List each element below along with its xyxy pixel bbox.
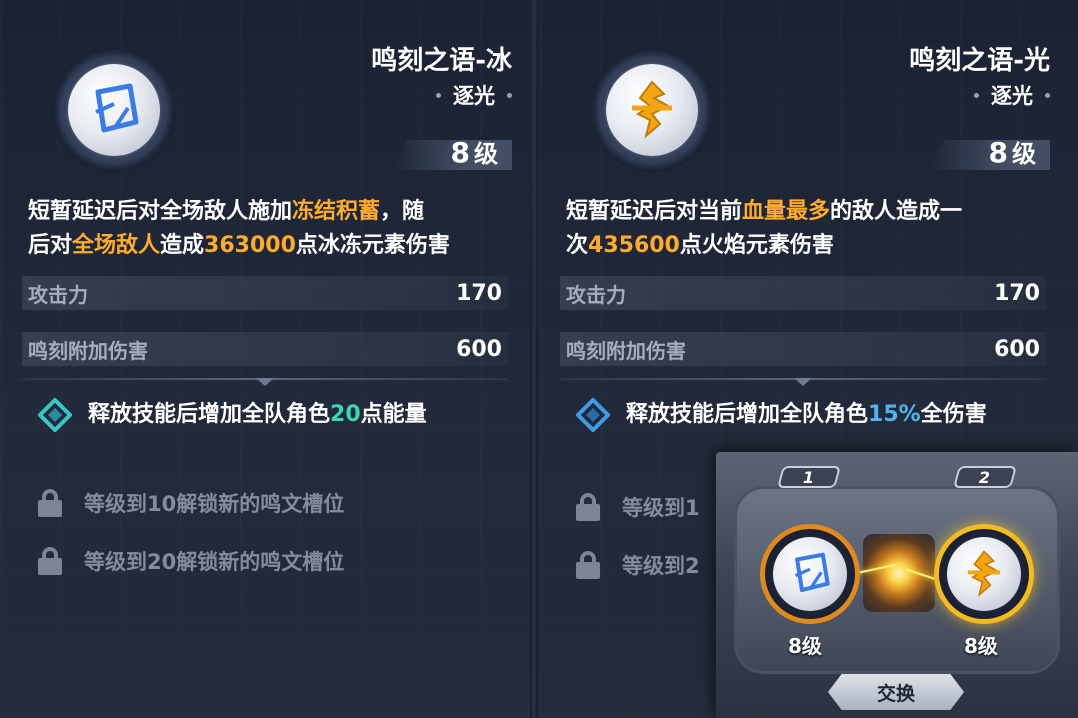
rune-emblem [590,48,714,172]
rune-swap-popup: 1 2 8级 8级 交换 [716,452,1078,718]
dot-icon [507,92,512,98]
light-rune-icon [606,64,698,156]
stat-label: 鸣刻附加伤害 [566,338,686,363]
lock-text: 等级到1 [622,496,700,520]
level-unit: 级 [474,140,498,168]
lock-icon [38,547,62,575]
stat-value: 600 [994,336,1040,362]
light-rune-icon [947,537,1021,611]
chevron-down-icon [794,378,812,386]
stat-label: 鸣刻附加伤害 [28,338,148,363]
rune-subtitle: 逐光 [436,80,512,110]
energy-core-icon [863,534,935,612]
diamond-rune-icon [38,398,72,432]
lock-icon [576,551,600,579]
rune-description: 短暂延迟后对全场敌人施加冻结积蓄，随 后对全场敌人造成363000点冰冻元素伤害 [28,199,450,258]
diamond-rune-icon [576,398,610,432]
stat-value: 170 [994,280,1040,306]
dot-icon [1045,92,1050,98]
stat-value: 600 [456,336,502,362]
panel-divider [530,0,538,718]
level-value: 8 [450,136,470,169]
bonus-effect: 释放技能后增加全队角色20点能量 [38,398,508,432]
level-value: 8 [988,136,1008,169]
swap-button[interactable]: 交换 [828,674,964,710]
rune-level: 8 级 [989,134,1036,169]
stat-row-bonus-damage: 鸣刻附加伤害 600 [22,332,508,366]
dot-icon [436,92,441,98]
slot-level-label: 8级 [964,634,998,658]
rune-panel-ice: 鸣刻之语-冰 逐光 8 级 短暂延迟后对全场敌人施加冻结积蓄，随 后对全场敌人造… [0,0,530,718]
stat-value: 170 [456,280,502,306]
slot-number-badge: 2 [953,466,1017,488]
rune-subtitle: 逐光 [974,80,1050,110]
rune-emblem [52,48,176,172]
slot-level-label: 8级 [788,634,822,658]
bonus-effect: 释放技能后增加全队角色15%全伤害 [576,398,1046,432]
locked-slot-row: 等级到10解锁新的鸣文槽位 [38,488,344,518]
ice-rune-icon [773,537,847,611]
rune-description: 短暂延迟后对当前血量最多的敌人造成一 次435600点火焰元素伤害 [566,199,963,258]
stat-label: 攻击力 [566,282,626,307]
lock-text: 等级到2 [622,554,700,578]
locked-slot-row: 等级到20解锁新的鸣文槽位 [38,546,344,576]
ice-rune-icon [68,64,160,156]
rune-slot-1[interactable] [760,524,860,624]
rune-title: 鸣刻之语-光 [909,46,1050,76]
lock-text: 等级到20解锁新的鸣文槽位 [84,550,345,574]
chevron-down-icon [256,378,274,386]
locked-slot-row: 等级到1 [576,492,700,522]
lock-icon [576,493,600,521]
lock-text: 等级到10解锁新的鸣文槽位 [84,492,345,516]
rune-level: 8 级 [451,134,498,169]
stat-label: 攻击力 [28,282,88,307]
slot-number-badge: 1 [777,466,841,488]
rune-title: 鸣刻之语-冰 [371,46,512,76]
rune-slot-2[interactable] [934,524,1034,624]
level-unit: 级 [1012,140,1036,168]
lock-icon [38,489,62,517]
subtitle-text: 逐光 [991,84,1033,108]
dot-icon [974,92,979,98]
subtitle-text: 逐光 [453,84,495,108]
stat-row-attack: 攻击力 170 [560,276,1046,310]
locked-slot-row: 等级到2 [576,550,700,580]
stat-row-attack: 攻击力 170 [22,276,508,310]
swap-button-label: 交换 [876,683,915,705]
stat-row-bonus-damage: 鸣刻附加伤害 600 [560,332,1046,366]
